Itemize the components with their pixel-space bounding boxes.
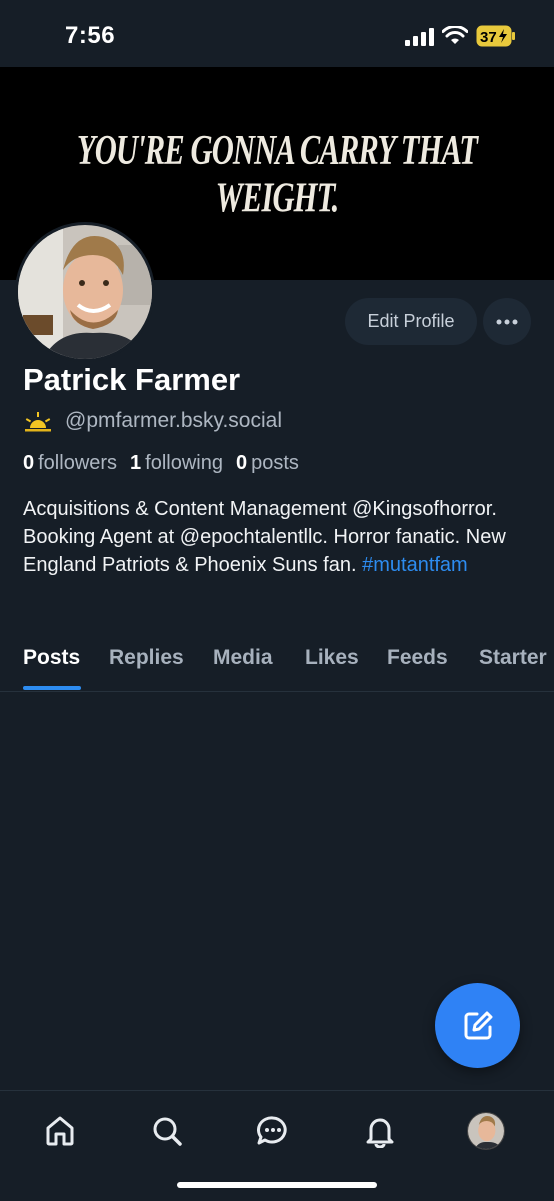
tab-media[interactable]: Media bbox=[213, 646, 273, 670]
compose-post-button[interactable] bbox=[435, 983, 520, 1068]
battery-level: 37 bbox=[480, 29, 497, 46]
sunrise-icon bbox=[25, 412, 51, 432]
nav-search-button[interactable] bbox=[147, 1111, 187, 1151]
active-tab-indicator bbox=[23, 686, 81, 690]
tab-posts[interactable]: Posts bbox=[23, 646, 80, 670]
status-time: 7:56 bbox=[65, 22, 116, 49]
profile-bio: Acquisitions & Content Management @Kings… bbox=[23, 495, 523, 579]
followers-label: followers bbox=[38, 452, 118, 474]
posts-count: 0 bbox=[236, 452, 248, 474]
home-indicator bbox=[177, 1182, 377, 1188]
search-icon bbox=[153, 1117, 182, 1146]
chat-icon bbox=[257, 1116, 287, 1145]
compose-icon bbox=[464, 1011, 492, 1039]
more-options-button[interactable] bbox=[483, 298, 531, 345]
tab-starter[interactable]: Starter bbox=[479, 646, 547, 670]
posts-stat: 0 posts bbox=[236, 452, 299, 475]
posts-label: posts bbox=[251, 452, 299, 474]
nav-notifications-button[interactable] bbox=[360, 1111, 400, 1151]
home-icon bbox=[46, 1116, 74, 1146]
cellular-signal-icon bbox=[405, 28, 434, 46]
bell-icon bbox=[366, 1118, 394, 1148]
edit-profile-button[interactable]: Edit Profile bbox=[345, 298, 477, 345]
ellipsis-icon bbox=[496, 319, 518, 324]
profile-avatar-small bbox=[467, 1112, 505, 1150]
tab-feeds[interactable]: Feeds bbox=[387, 646, 448, 670]
bio-hashtag-link[interactable]: #mutantfam bbox=[362, 554, 468, 576]
followers-count: 0 bbox=[23, 452, 35, 474]
following-stat[interactable]: 1 following bbox=[130, 452, 223, 475]
profile-avatar[interactable] bbox=[15, 222, 155, 362]
nav-chat-button[interactable] bbox=[253, 1111, 293, 1151]
profile-tabs: Posts Replies Media Likes Feeds Starter bbox=[0, 632, 554, 692]
following-count: 1 bbox=[130, 452, 142, 474]
profile-name: Patrick Farmer bbox=[23, 362, 241, 397]
nav-profile-button[interactable] bbox=[466, 1111, 506, 1151]
tab-likes[interactable]: Likes bbox=[305, 646, 359, 670]
profile-stats: 0 followers 1 following 0 posts bbox=[23, 452, 299, 475]
banner-text: YOU'RE GONNA CARRY THAT WEIGHT. bbox=[76, 127, 478, 222]
nav-home-button[interactable] bbox=[40, 1111, 80, 1151]
handle-row: @pmfarmer.bsky.social bbox=[23, 409, 282, 433]
wifi-icon bbox=[442, 26, 468, 44]
followers-stat[interactable]: 0 followers bbox=[23, 452, 117, 475]
tab-replies[interactable]: Replies bbox=[109, 646, 184, 670]
battery-icon: 37 bbox=[476, 25, 516, 47]
following-label: following bbox=[145, 452, 223, 474]
status-bar: 7:56 37 bbox=[0, 0, 554, 67]
profile-handle[interactable]: @pmfarmer.bsky.social bbox=[65, 409, 282, 433]
